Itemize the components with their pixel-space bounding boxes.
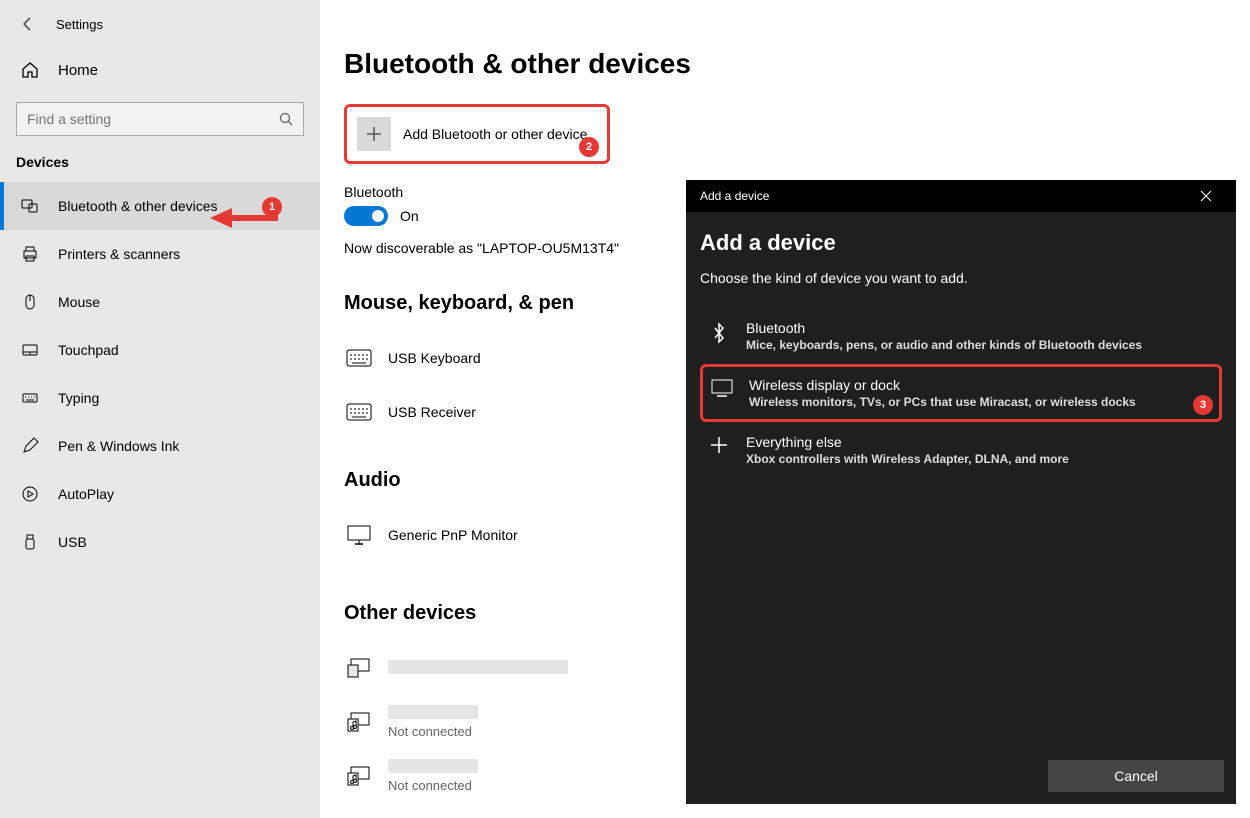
nav-usb[interactable]: USB	[0, 518, 320, 566]
window-title: Settings	[56, 17, 103, 32]
keyboard-device-icon	[344, 343, 374, 373]
cancel-button[interactable]: Cancel	[1048, 760, 1224, 792]
sidebar: Settings Home Devices Bluetooth & other …	[0, 0, 320, 818]
option-title: Everything else	[746, 434, 1069, 450]
keyboard-icon	[20, 389, 40, 407]
device-name: Generic PnP Monitor	[388, 527, 518, 543]
device-generic-icon	[344, 653, 374, 683]
nav-pen[interactable]: Pen & Windows Ink	[0, 422, 320, 470]
devices-icon	[20, 197, 40, 215]
dialog-body: Add a device Choose the kind of device y…	[686, 212, 1236, 748]
nav-label: AutoPlay	[58, 486, 114, 502]
annotation-badge-3: 3	[1193, 395, 1213, 415]
nav-label: Mouse	[58, 294, 100, 310]
option-bluetooth[interactable]: Bluetooth Mice, keyboards, pens, or audio…	[700, 308, 1222, 364]
nav-label: Touchpad	[58, 342, 119, 358]
search-input-container[interactable]	[16, 102, 304, 136]
option-desc: Mice, keyboards, pens, or audio and othe…	[746, 338, 1142, 352]
add-device-dialog: Add a device Add a device Choose the kin…	[686, 180, 1236, 804]
search-input[interactable]	[27, 111, 279, 127]
nav-touchpad[interactable]: Touchpad	[0, 326, 320, 374]
plus-icon	[706, 436, 732, 466]
monitor-icon	[344, 520, 374, 550]
bluetooth-icon	[706, 322, 732, 352]
add-device-button[interactable]: Add Bluetooth or other device 2	[344, 104, 610, 164]
home-icon	[20, 61, 40, 79]
annotation-badge-2: 2	[579, 137, 599, 157]
dialog-titlebar: Add a device	[686, 180, 1236, 212]
titlebar: Settings	[0, 0, 320, 48]
redacted-text	[388, 705, 478, 719]
media-device-icon	[344, 707, 374, 737]
device-name: USB Keyboard	[388, 350, 481, 366]
media-device-icon	[344, 761, 374, 791]
option-title: Bluetooth	[746, 320, 1142, 336]
nav-list: Bluetooth & other devices Printers & sca…	[0, 182, 320, 566]
nav-mouse[interactable]: Mouse	[0, 278, 320, 326]
device-status: Not connected	[388, 778, 478, 793]
redacted-text	[388, 660, 568, 674]
option-title: Wireless display or dock	[749, 377, 1136, 393]
search-icon	[279, 112, 293, 126]
option-desc: Xbox controllers with Wireless Adapter, …	[746, 452, 1069, 466]
option-everything-else[interactable]: Everything else Xbox controllers with Wir…	[700, 422, 1222, 478]
arrow-left-icon	[20, 16, 36, 32]
dialog-subtitle: Choose the kind of device you want to ad…	[700, 270, 1222, 286]
plus-icon	[357, 117, 391, 151]
nav-label: Bluetooth & other devices	[58, 198, 218, 214]
back-button[interactable]	[16, 12, 40, 36]
add-device-label: Add Bluetooth or other device	[403, 126, 587, 142]
touchpad-icon	[20, 341, 40, 359]
dialog-titlebar-text: Add a device	[700, 189, 769, 203]
redacted-text	[388, 759, 478, 773]
mouse-icon	[20, 293, 40, 311]
keyboard-device-icon	[344, 397, 374, 427]
annotation-badge-1: 1	[262, 197, 282, 217]
cancel-label: Cancel	[1114, 768, 1158, 784]
pen-icon	[20, 437, 40, 455]
autoplay-icon	[20, 485, 40, 503]
page-title: Bluetooth & other devices	[344, 48, 1250, 80]
option-wireless-display[interactable]: Wireless display or dock Wireless monitor…	[700, 364, 1222, 422]
device-status: Not connected	[388, 724, 478, 739]
nav-label: USB	[58, 534, 87, 550]
close-button[interactable]	[1190, 180, 1222, 212]
home-label: Home	[58, 62, 98, 79]
nav-typing[interactable]: Typing	[0, 374, 320, 422]
section-label: Devices	[0, 154, 320, 182]
usb-icon	[20, 533, 40, 551]
nav-label: Printers & scanners	[58, 246, 180, 262]
toggle-state: On	[400, 208, 419, 224]
bluetooth-toggle[interactable]	[344, 206, 388, 226]
printer-icon	[20, 245, 40, 263]
nav-label: Pen & Windows Ink	[58, 438, 179, 454]
dialog-heading: Add a device	[700, 230, 1222, 256]
dialog-footer: Cancel	[686, 748, 1236, 804]
nav-autoplay[interactable]: AutoPlay	[0, 470, 320, 518]
display-icon	[709, 379, 735, 409]
home-button[interactable]: Home	[0, 48, 320, 92]
close-icon	[1200, 190, 1212, 202]
option-desc: Wireless monitors, TVs, or PCs that use …	[749, 395, 1136, 409]
device-name: USB Receiver	[388, 404, 476, 420]
nav-label: Typing	[58, 390, 99, 406]
nav-printers[interactable]: Printers & scanners	[0, 230, 320, 278]
